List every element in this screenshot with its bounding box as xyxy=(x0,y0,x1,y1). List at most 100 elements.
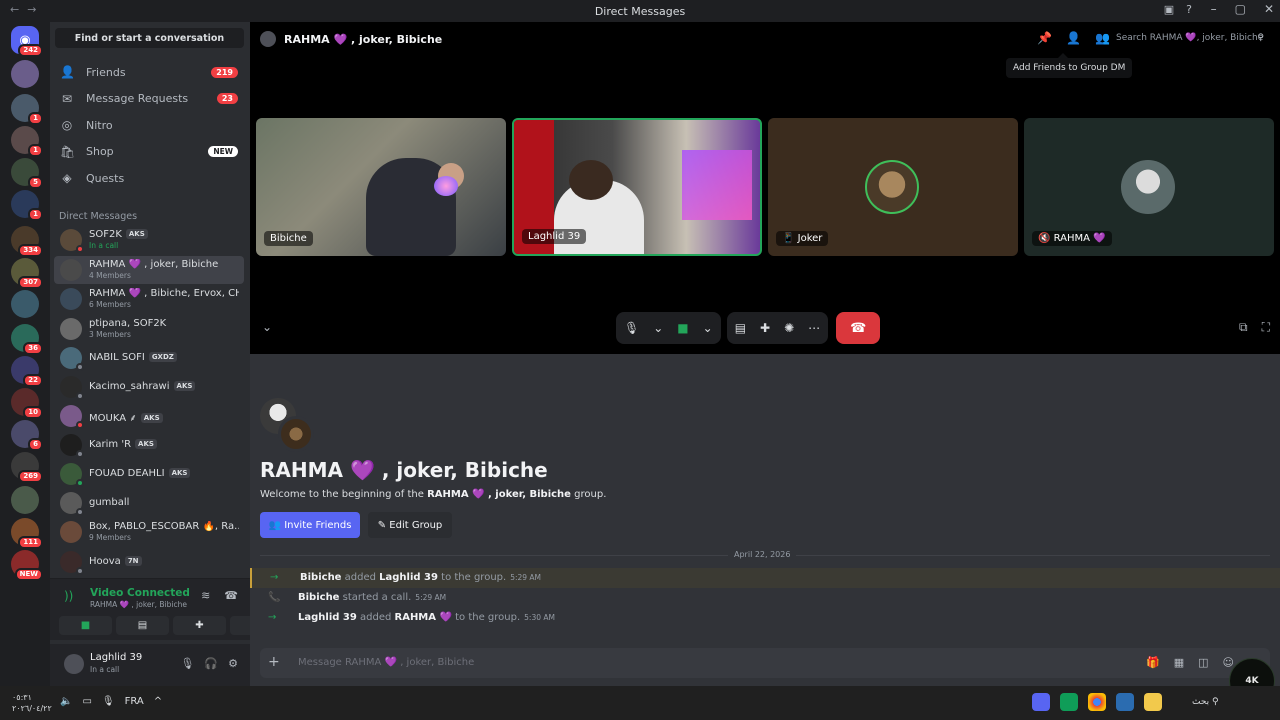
message-composer[interactable]: + Message RAHMA 💜 , joker, Bibiche 🎁 ▦ ◫… xyxy=(260,648,1270,678)
nitro-icon: ◎ xyxy=(61,118,73,133)
store-taskbar-icon[interactable] xyxy=(1116,693,1134,711)
server-icon[interactable] xyxy=(11,290,39,318)
server-icon[interactable] xyxy=(11,60,39,88)
nav-item-shop[interactable]: 🛍 Shop NEW xyxy=(54,139,242,165)
server-icon[interactable]: 5 xyxy=(11,158,43,189)
status-indicator xyxy=(76,479,84,487)
avatar xyxy=(60,376,84,400)
soundboard-icon[interactable]: ✺ xyxy=(784,321,794,335)
discord-taskbar-icon[interactable] xyxy=(1032,693,1050,711)
camera-on-icon[interactable]: ■ xyxy=(677,321,688,335)
chevron-down-icon[interactable]: ⌄ xyxy=(653,321,663,335)
server-icon[interactable]: 269 xyxy=(11,452,43,483)
find-conversation-button[interactable]: Find or start a conversation xyxy=(55,28,244,48)
microphone-icon[interactable]: 🎙 xyxy=(180,657,194,670)
sticker-icon[interactable]: ◫ xyxy=(1198,656,1208,669)
activities-button[interactable]: ✚ xyxy=(173,616,226,635)
more-icon[interactable]: ⋯ xyxy=(808,321,820,335)
dm-item[interactable]: NABIL SOFI GXDZ xyxy=(54,344,244,372)
language-indicator[interactable]: FRA xyxy=(125,696,144,707)
user-avatar[interactable] xyxy=(64,654,84,674)
invite-friends-button[interactable]: 👥 Invite Friends xyxy=(260,512,360,538)
composer-placeholder: Message RAHMA 💜 , joker, Bibiche xyxy=(298,657,475,668)
chevron-down-icon[interactable]: ⌄ xyxy=(703,321,713,335)
minimize-button[interactable]: – xyxy=(1211,2,1217,16)
collapse-chevron-icon[interactable]: ⌄ xyxy=(262,320,272,334)
dm-item[interactable]: MOUKA ⸙ AKS xyxy=(54,402,244,430)
gif-icon[interactable]: ▦ xyxy=(1174,656,1184,669)
volume-icon[interactable]: 🔈 xyxy=(60,696,72,707)
members-icon[interactable]: 👥 xyxy=(1095,31,1110,45)
nav-arrows[interactable]: ←→ xyxy=(10,3,44,16)
dm-item[interactable]: ptipana, SOF2K 3 Members xyxy=(54,315,244,343)
dm-name: RAHMA 💜 , Bibiche, Ervox, CH... xyxy=(89,288,239,299)
server-icon[interactable]: 36 xyxy=(11,324,43,355)
headphones-icon[interactable]: 🎧 xyxy=(204,657,218,670)
server-icon[interactable]: 111 xyxy=(11,518,43,549)
server-icon[interactable]: NEW xyxy=(11,550,43,581)
disconnect-icon[interactable]: ☎ xyxy=(224,589,238,602)
camera-button[interactable]: ■ xyxy=(59,616,112,635)
help-icon[interactable]: ? xyxy=(1186,3,1192,16)
activities-icon[interactable]: ✚ xyxy=(760,321,770,335)
nav-item-nitro[interactable]: ◎ Nitro xyxy=(54,112,242,138)
nav-item-friends[interactable]: 👤 Friends 219 xyxy=(54,59,242,85)
dm-item[interactable]: RAHMA 💜 , Bibiche, Ervox, CH... 6 Members xyxy=(54,285,244,313)
server-icon[interactable]: 1 xyxy=(11,94,43,125)
hang-up-button[interactable]: ☎ xyxy=(836,312,881,344)
pin-icon[interactable]: 📌 xyxy=(1037,31,1052,45)
server-icon[interactable]: 1 xyxy=(11,190,43,221)
dm-item[interactable]: FOUAD DEAHLI AKS xyxy=(54,460,244,488)
chrome-taskbar-icon[interactable] xyxy=(1088,693,1106,711)
dm-item[interactable]: gumball xyxy=(54,489,244,517)
popout-icon[interactable]: ⧉ xyxy=(1239,320,1248,335)
voice-status[interactable]: Video Connected xyxy=(90,587,190,599)
voice-channel[interactable]: RAHMA 💜 , joker, Bibiche xyxy=(90,600,187,609)
server-icon[interactable]: 307 xyxy=(11,258,43,289)
attach-plus-icon[interactable]: + xyxy=(268,654,280,670)
video-tile-bibiche[interactable]: Bibiche xyxy=(256,118,506,256)
clock[interactable]: ٠٥:٣١ ٢٠٢٦/٠٤/٢٢ xyxy=(12,692,52,714)
video-tile-joker[interactable]: 📱 Joker xyxy=(768,118,1018,256)
server-icon[interactable]: 334 xyxy=(11,226,43,257)
user-name[interactable]: Laghlid 39 xyxy=(90,652,142,663)
inbox-icon[interactable]: ▣ xyxy=(1164,3,1174,16)
chevron-up-icon[interactable]: ^ xyxy=(154,696,162,707)
dm-item[interactable]: Hoova 7N xyxy=(54,548,244,576)
server-icon[interactable]: 22 xyxy=(11,356,43,387)
mic-tray-icon[interactable]: 🎙 xyxy=(102,696,115,707)
server-icon[interactable] xyxy=(11,486,39,514)
dm-item[interactable]: RAHMA 💜 , joker, Bibiche 4 Members xyxy=(54,256,244,284)
network-icon[interactable]: ▭ xyxy=(82,696,91,707)
dm-item[interactable]: SOF2K AKS In a call xyxy=(54,226,244,254)
settings-icon[interactable]: ⚙ xyxy=(228,657,238,670)
server-icon[interactable]: 6 xyxy=(11,420,43,451)
app-taskbar-icon[interactable] xyxy=(1060,693,1078,711)
video-tile-rahma[interactable]: 🔇 RAHMA 💜 xyxy=(1024,118,1274,256)
home-button[interactable]: ◉ 242 xyxy=(11,26,43,57)
server-icon[interactable]: 1 xyxy=(11,126,43,157)
edit-group-button[interactable]: ✎ Edit Group xyxy=(368,512,452,538)
fullscreen-icon[interactable]: ⛶ xyxy=(1262,320,1270,335)
maximize-button[interactable]: ▢ xyxy=(1235,2,1246,16)
noise-suppression-icon[interactable]: ≋ xyxy=(201,589,210,602)
dm-item[interactable]: Kacimo_sahrawi AKS xyxy=(54,373,244,401)
call-controls: 🎙 ⌄ ■ ⌄ ▤ ✚ ✺ ⋯ ☎ xyxy=(616,312,881,344)
server-icon[interactable]: 10 xyxy=(11,388,43,419)
dm-item[interactable]: Karim 'R AKS xyxy=(54,431,244,459)
dm-item[interactable]: Box, PABLO_ESCOBAR 🔥, Ra... 9 Members xyxy=(54,518,244,546)
status-indicator xyxy=(76,450,84,458)
group-avatar xyxy=(260,31,276,47)
add-friends-icon[interactable]: 👤 xyxy=(1066,31,1081,45)
gift-icon[interactable]: 🎁 xyxy=(1146,656,1160,669)
close-button[interactable]: ✕ xyxy=(1264,2,1274,16)
screen-share-button[interactable]: ▤ xyxy=(116,616,169,635)
nav-item-quests[interactable]: ◈ Quests xyxy=(54,165,242,191)
taskbar-search[interactable]: بحث ⚲ xyxy=(1192,697,1219,707)
nav-item-message-requests[interactable]: ✉ Message Requests 23 xyxy=(54,86,242,112)
screen-share-icon[interactable]: ▤ xyxy=(735,321,746,335)
mic-icon[interactable]: 🎙 xyxy=(624,321,639,335)
search-input[interactable]: Search RAHMA 💜, joker, Bibiche ⚲ xyxy=(1110,29,1270,47)
explorer-taskbar-icon[interactable] xyxy=(1144,693,1162,711)
video-tile-laghlid[interactable]: Laghlid 39 xyxy=(512,118,762,256)
